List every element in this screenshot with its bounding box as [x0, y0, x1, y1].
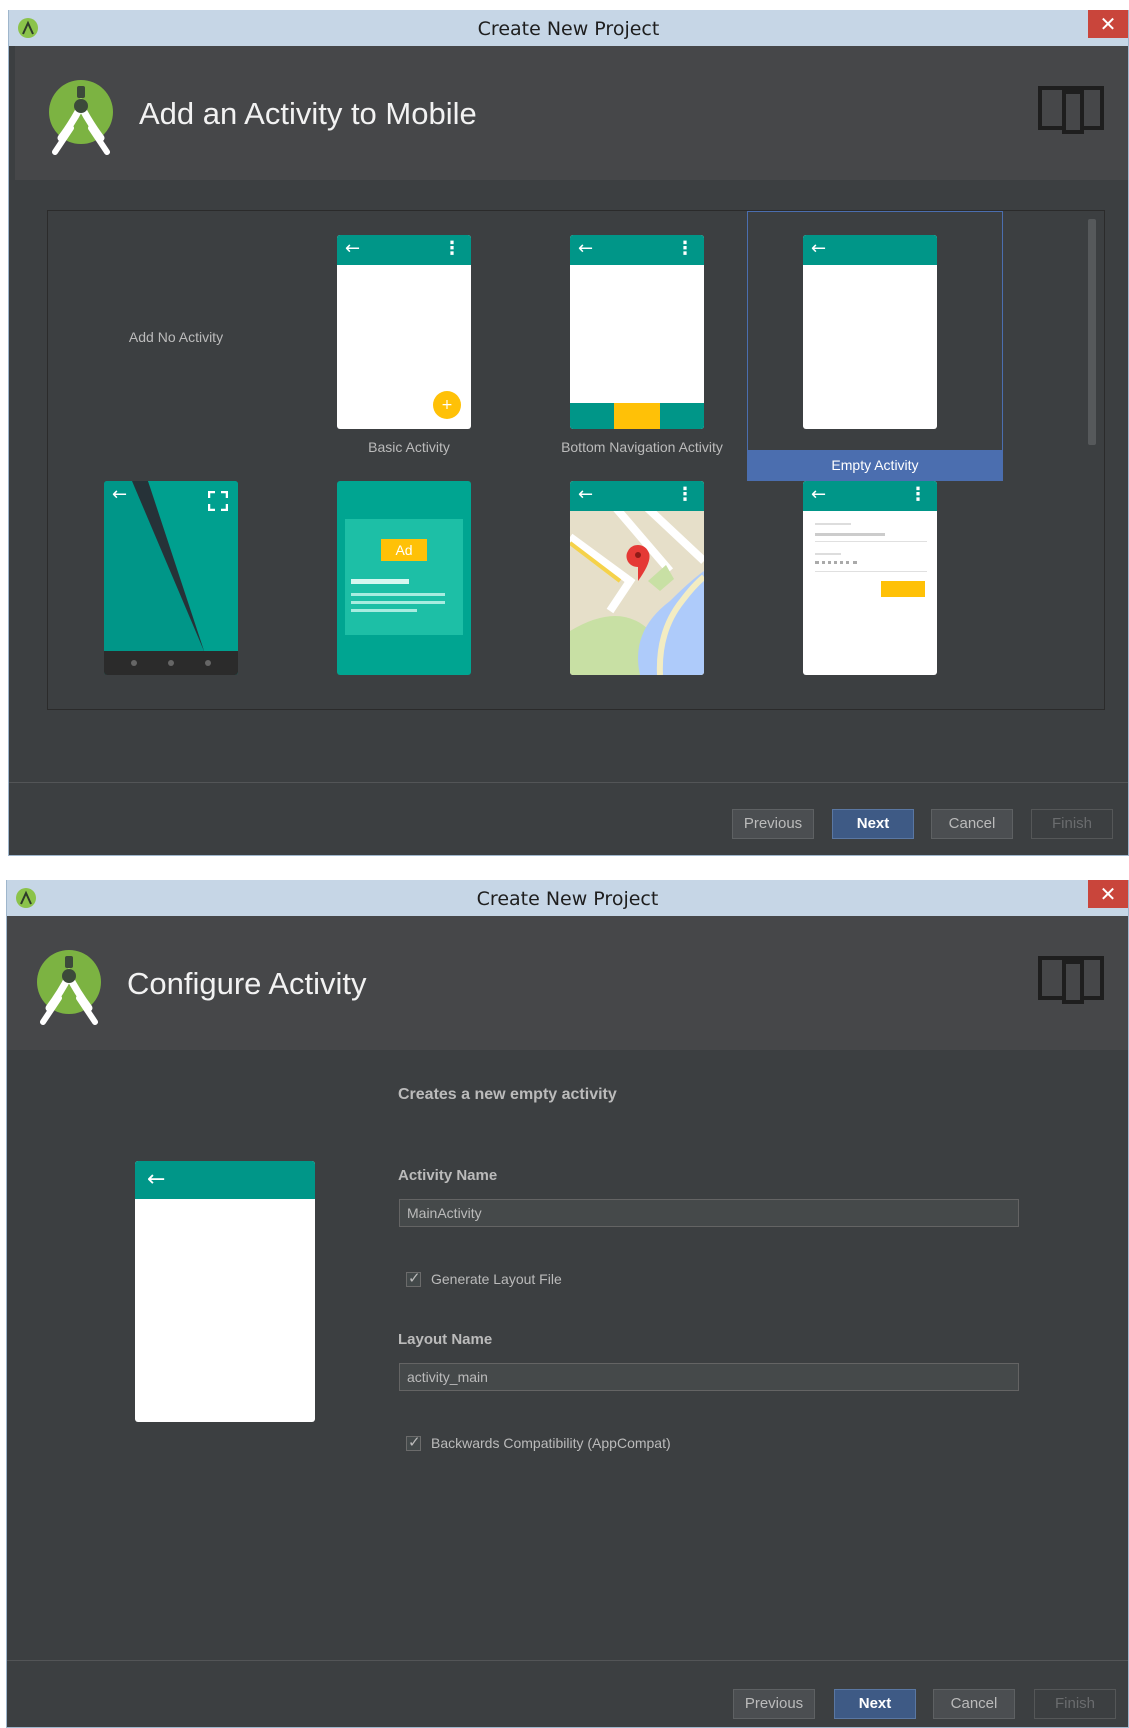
template-fullscreen-activity[interactable]: ← [48, 481, 304, 751]
activity-name-field[interactable]: MainActivity [399, 1199, 1019, 1227]
template-admob-activity[interactable]: Ad [281, 481, 537, 751]
login-field-text [815, 533, 885, 536]
next-button[interactable]: Next [832, 809, 914, 839]
ad-text-line [351, 593, 445, 596]
cancel-button[interactable]: Cancel [933, 1689, 1015, 1719]
footer-divider [7, 1660, 1128, 1661]
template-label: Basic Activity [368, 439, 450, 455]
overflow-menu-icon: ⋮ [909, 484, 927, 505]
title-bar: Create New Project ✕ [7, 880, 1128, 916]
login-field-hint [815, 523, 851, 525]
template-thumbnail: Ad [337, 481, 471, 675]
app-bar: ← ⋮ [570, 481, 704, 511]
checkbox-checked-icon[interactable] [406, 1433, 421, 1451]
back-arrow-icon: ← [811, 238, 827, 259]
template-login-activity[interactable]: ← ⋮ [747, 481, 1003, 751]
template-basic-activity[interactable]: ← ⋮ + Basic Activity [281, 211, 537, 481]
close-button[interactable]: ✕ [1088, 10, 1128, 38]
template-label: Empty Activity [748, 450, 1002, 480]
template-add-no-activity[interactable]: Add No Activity [48, 211, 304, 481]
previous-button[interactable]: Previous [733, 1689, 815, 1719]
bottom-nav-selected-item [614, 403, 660, 429]
login-button-preview [881, 581, 925, 597]
login-field-underline [815, 571, 927, 572]
template-label: Add No Activity [128, 329, 224, 345]
template-maps-activity[interactable]: ← ⋮ [514, 481, 770, 751]
template-thumbnail: ← ⋮ [570, 235, 704, 429]
create-project-dialog-configure: Create New Project ✕ Configure Activity … [6, 880, 1129, 1728]
page-title: Configure Activity [127, 966, 367, 1001]
title-bar: Create New Project ✕ [9, 10, 1128, 46]
page-title: Add an Activity to Mobile [139, 96, 477, 131]
wizard-header: Add an Activity to Mobile [15, 46, 1128, 180]
back-arrow-icon: ← [578, 238, 594, 259]
template-description: Creates a new empty activity [398, 1086, 617, 1103]
generate-layout-checkbox[interactable]: Generate Layout File [406, 1269, 562, 1287]
mobile-device-icon [1038, 86, 1104, 134]
template-bottom-navigation-activity[interactable]: ← ⋮ Bottom Navigation Activity [514, 211, 770, 481]
app-bar: ← ⋮ [570, 235, 704, 265]
app-bar: ← ⋮ [337, 235, 471, 265]
overflow-menu-icon: ⋮ [676, 238, 694, 259]
layout-name-label: Layout Name [398, 1331, 493, 1348]
back-arrow-icon: ← [112, 484, 128, 505]
app-bar: ← ⋮ [803, 481, 937, 511]
template-thumbnail: ← ⋮ + [337, 235, 471, 429]
activity-name-label: Activity Name [398, 1167, 498, 1184]
create-project-dialog-activity: Create New Project ✕ Add an Activity to … [8, 10, 1129, 856]
login-field-hint [815, 553, 841, 555]
template-label: Bottom Navigation Activity [561, 439, 723, 455]
window-title: Create New Project [476, 888, 659, 910]
layout-name-field[interactable]: activity_main [399, 1363, 1019, 1391]
bottom-navigation-bar [570, 403, 704, 429]
back-arrow-icon: ← [811, 484, 827, 505]
backwards-compatibility-checkbox[interactable]: Backwards Compatibility (AppCompat) [406, 1433, 671, 1451]
ad-badge: Ad [381, 539, 427, 561]
ad-card: Ad [345, 519, 463, 635]
back-arrow-icon: ← [578, 484, 594, 505]
generate-layout-label: Generate Layout File [431, 1271, 562, 1287]
previous-button[interactable]: Previous [732, 809, 814, 839]
android-studio-logo-icon [49, 80, 113, 155]
back-arrow-icon: ← [147, 1167, 166, 1192]
login-field-underline [815, 541, 927, 542]
activity-template-gallery[interactable]: Add No Activity ← ⋮ + Basic Activity ← ⋮ [47, 210, 1105, 710]
login-password-dots [815, 561, 857, 568]
app-bar: ← [803, 235, 937, 265]
back-arrow-icon: ← [345, 238, 361, 259]
ad-text-line [351, 579, 409, 584]
ad-text-line [351, 609, 417, 612]
template-thumbnail: ← [803, 235, 937, 429]
template-empty-activity[interactable]: ← Empty Activity [747, 211, 1003, 481]
activity-preview: ← [135, 1161, 315, 1422]
overflow-menu-icon: ⋮ [443, 238, 461, 259]
finish-button[interactable]: Finish [1031, 809, 1113, 839]
ad-text-line [351, 601, 445, 604]
android-studio-logo-icon [37, 950, 101, 1025]
mobile-device-icon [1038, 956, 1104, 1004]
template-thumbnail: ← [104, 481, 238, 675]
checkbox-checked-icon[interactable] [406, 1269, 421, 1287]
finish-button[interactable]: Finish [1034, 1689, 1116, 1719]
template-thumbnail: ← ⋮ [803, 481, 937, 675]
backwards-compatibility-label: Backwards Compatibility (AppCompat) [431, 1435, 671, 1451]
footer-divider [9, 782, 1128, 783]
overflow-menu-icon: ⋮ [676, 484, 694, 505]
gallery-scrollbar[interactable] [1088, 219, 1096, 445]
wizard-header: Configure Activity [7, 916, 1128, 1050]
fullscreen-icon [208, 491, 228, 511]
close-button[interactable]: ✕ [1088, 880, 1128, 908]
cancel-button[interactable]: Cancel [931, 809, 1013, 839]
fab-icon: + [433, 391, 461, 419]
window-title: Create New Project [477, 18, 660, 40]
next-button[interactable]: Next [834, 1689, 916, 1719]
app-bar: ← [135, 1161, 315, 1199]
template-thumbnail: ← ⋮ [570, 481, 704, 675]
